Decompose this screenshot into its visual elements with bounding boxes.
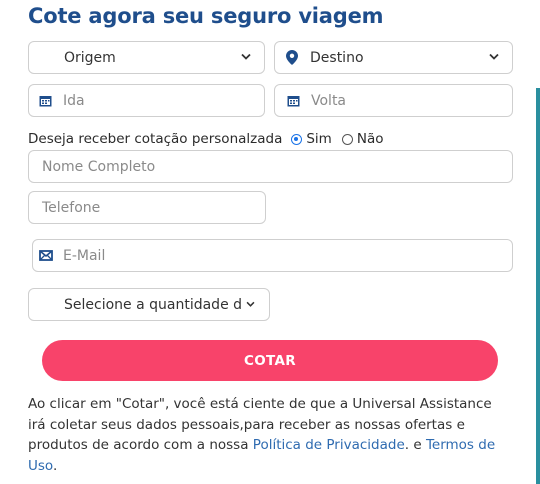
quote-question-label: Deseja receber cotação personalzada [28,131,283,147]
destination-select[interactable]: Destino [274,41,513,74]
return-date-input[interactable]: Volta [274,84,513,117]
submit-quote-button[interactable]: COTAR [42,340,498,381]
quote-no-radio[interactable] [341,133,353,145]
email-input[interactable]: E-Mail [32,239,513,272]
map-pin-icon [286,50,298,65]
departure-date-placeholder: Ida [63,92,85,109]
return-date-placeholder: Volta [311,92,347,109]
chevron-down-icon [241,52,251,63]
full-name-input[interactable]: Nome Completo [28,150,513,183]
departure-date-input[interactable]: Ida [28,84,265,117]
chevron-down-icon [489,52,499,63]
email-placeholder: E-Mail [63,247,106,264]
destination-select-value: Destino [310,49,364,66]
page-edge-accent [536,88,540,484]
full-name-placeholder: Nome Completo [42,158,156,175]
quantity-select-value: Selecione a quantidade d [64,296,243,313]
quantity-select[interactable]: Selecione a quantidade d [28,288,270,321]
envelope-icon [39,250,53,261]
calendar-icon [39,95,52,107]
quote-no-label[interactable]: Não [357,131,384,147]
chevron-down-icon [244,299,255,310]
origin-select-value: Origem [64,49,116,66]
privacy-policy-link[interactable]: Política de Privacidade [253,437,405,453]
calendar-icon [287,95,300,107]
disclaimer-text: . e [404,437,426,453]
phone-input[interactable]: Telefone [28,191,266,224]
phone-placeholder: Telefone [42,199,101,216]
privacy-disclaimer: Ao clicar em "Cotar", você está ciente d… [28,394,508,476]
quote-yes-label[interactable]: Sim [306,131,331,147]
quote-yes-radio[interactable] [291,133,303,145]
origin-select[interactable]: Origem [28,41,265,74]
disclaimer-text: . [52,457,58,474]
form-title: Cote agora seu seguro viagem [28,4,384,28]
quote-preference-row: Deseja receber cotação personalzada Sim … [28,131,383,147]
